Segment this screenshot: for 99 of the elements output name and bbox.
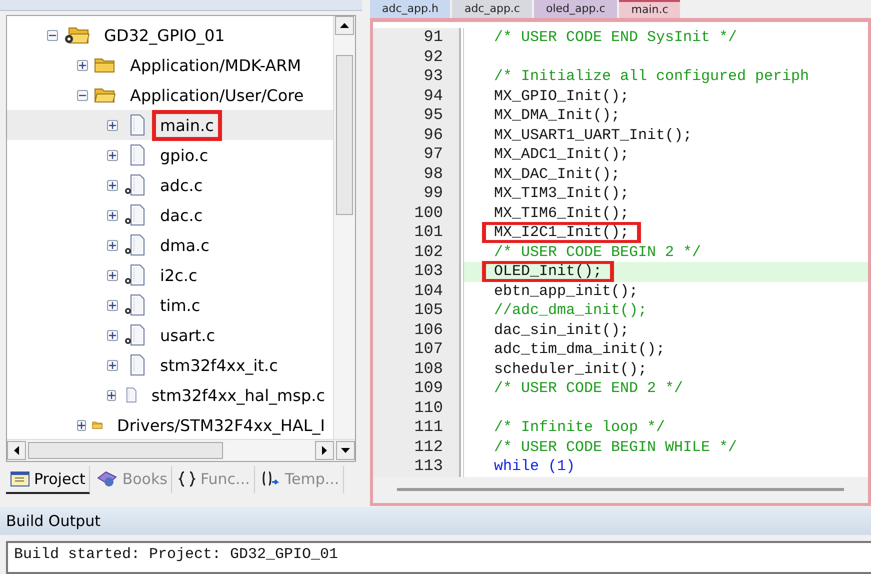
open-folder-icon [94,87,116,103]
tree-item[interactable]: adc.c [7,170,333,200]
expand-icon[interactable] [107,120,118,130]
line-number: 108 [413,360,444,379]
line-number: 91 [422,28,444,48]
line-number: 110 [413,398,444,418]
editor-tab[interactable]: main.c [619,0,680,18]
line-number: 92 [422,48,444,67]
line-number: 111 [413,418,444,438]
template-icon [260,471,281,487]
project-folder-icon [64,26,90,44]
collapse-icon[interactable] [77,90,88,100]
expand-icon[interactable] [77,60,88,70]
vertical-scrollbar[interactable] [333,16,355,439]
expand-icon[interactable] [107,390,116,400]
line-number: 98 [422,164,444,184]
code-line: /* Infinite loop */ [493,420,666,436]
code-line: MX_USART1_UART_Init(); [493,128,694,143]
braces-icon [178,471,196,487]
code-line: while (1) [493,459,576,474]
collapse-icon[interactable] [47,30,58,40]
line-number: 105 [413,301,444,320]
line-number: 99 [422,184,444,204]
scroll-up-icon[interactable] [335,16,354,35]
code-line: //adc_dma_init(); [493,303,648,318]
line-number: 94 [422,86,444,106]
code-line: MX_DMA_Init(); [493,108,622,124]
code-line: scheduler_init(); [493,362,648,377]
expand-icon[interactable] [107,150,118,160]
code-line: MX_DAC_Init(); [493,166,622,182]
tree-item[interactable]: usart.c [7,320,333,350]
folder-icon [94,57,116,73]
tree-item[interactable]: dac.c [7,200,333,230]
expand-icon[interactable] [107,240,118,250]
expand-icon[interactable] [107,180,118,190]
expand-icon[interactable] [107,300,118,310]
code-line: MX_TIM6_Init(); [493,206,630,221]
expand-icon[interactable] [107,330,118,340]
tree-item[interactable]: dma.c [7,230,333,260]
horizontal-scrollbar[interactable] [7,439,355,461]
code-line: dac_sin_init(); [493,322,630,338]
output-line: Build started: Project: GD32_GPIO_01 [14,546,340,563]
tree-item[interactable]: Application/User/Core [7,80,333,110]
scrollbar-thumb[interactable] [336,55,353,215]
tree-item[interactable]: Drivers/STM32F4xx_HAL_I [7,410,333,439]
tree-item[interactable]: stm32f4xx_it.c [7,350,333,380]
line-number: 101 [413,223,444,242]
line-number: 104 [413,282,444,301]
line-number: 95 [422,106,444,126]
expand-icon[interactable] [107,210,118,220]
code-line: /* USER CODE END SysInit */ [493,30,738,46]
generated-file-icon [124,294,146,316]
line-number: 93 [422,67,444,86]
editor-tab[interactable]: adc_app.h [370,0,450,18]
code-line: /* USER CODE END 2 */ [493,381,684,396]
line-number: 106 [413,320,444,340]
scroll-right-icon[interactable] [315,441,334,460]
code-line: /* USER CODE BEGIN 2 */ [493,244,702,260]
editor-tab[interactable]: adc_app.c [452,0,532,18]
line-number: 96 [422,126,444,145]
line-number: 100 [413,204,444,223]
line-number: 97 [422,145,444,164]
line-number: 102 [413,242,444,262]
generated-file-icon [124,204,146,226]
scroll-left-icon[interactable] [7,441,26,460]
project-window-icon [10,471,30,487]
generated-file-icon [124,234,146,256]
generated-file-icon [124,264,146,286]
code-line: MX_TIM3_Init(); [493,186,630,202]
panel-title: Build Output [0,507,871,535]
horizontal-scrollbar[interactable] [397,488,844,491]
tree-item[interactable]: stm32f4xx_hal_msp.c [7,380,333,410]
code-line: MX_ADC1_Init(); [493,147,630,162]
tree-item[interactable]: i2c.c [7,260,333,290]
panel-tab[interactable]: Project [6,466,90,494]
editor-tab[interactable]: oled_app.c [534,0,618,18]
tree-item[interactable]: tim.c [7,290,333,320]
code-line: ebtn_app_init(); [493,284,640,299]
line-number: 112 [413,438,444,457]
tree-item[interactable]: Application/MDK-ARM [7,50,333,80]
tree-item[interactable]: gpio.c [7,140,333,170]
code-line: /* USER CODE BEGIN WHILE */ [493,440,738,455]
line-number: 113 [413,457,444,476]
code-line: MX_GPIO_Init(); [493,88,630,104]
generated-file-icon [124,174,146,196]
code-line: /* Initialize all configured periph [493,69,810,84]
line-number: 103 [413,262,444,282]
scrollbar-thumb[interactable] [28,442,223,459]
generated-file-icon [124,324,146,346]
expand-icon[interactable] [107,360,118,370]
expand-icon[interactable] [77,420,86,430]
line-number: 109 [413,379,444,398]
scroll-down-icon[interactable] [336,441,355,460]
code-line: adc_tim_dma_init(); [493,342,666,358]
line-number: 107 [413,340,444,360]
expand-icon[interactable] [107,270,118,280]
books-icon [96,470,118,488]
tree-item[interactable]: GD32_GPIO_01 [7,20,333,50]
tree-item[interactable]: main.c [7,110,333,140]
